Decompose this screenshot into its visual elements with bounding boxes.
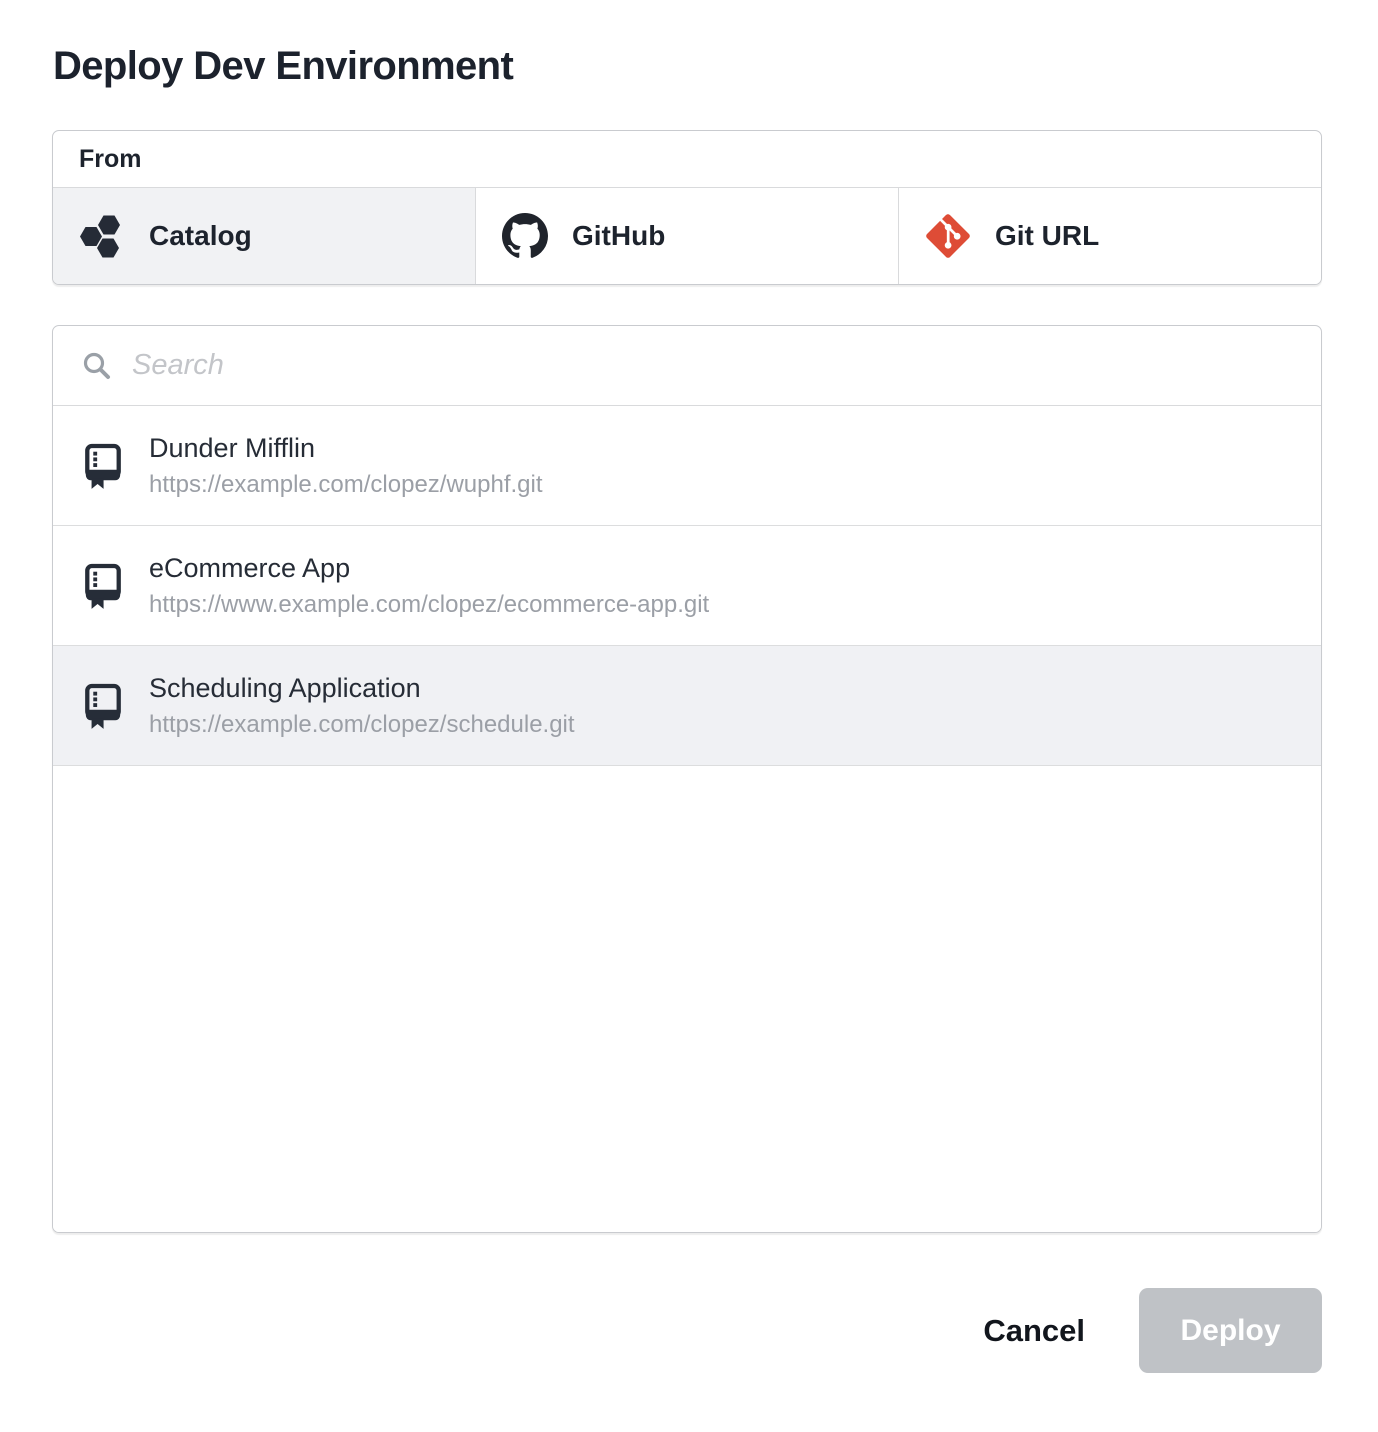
- repo-name: eCommerce App: [149, 553, 709, 584]
- page-title: Deploy Dev Environment: [53, 44, 513, 89]
- list-empty-space: [53, 766, 1321, 1232]
- catalog-hexagons-icon: [79, 213, 125, 259]
- deploy-dialog: Deploy Dev Environment From Catalog: [0, 0, 1378, 1432]
- git-icon: [925, 213, 971, 259]
- dialog-actions: Cancel Deploy: [52, 1288, 1322, 1373]
- catalog-list-panel: Dunder Mifflin https://example.com/clope…: [52, 325, 1322, 1233]
- search-input[interactable]: [132, 349, 1295, 382]
- repo-book-icon: [83, 563, 123, 609]
- tab-catalog-label: Catalog: [149, 220, 252, 252]
- source-tabs: Catalog GitHub Git URL: [53, 188, 1321, 284]
- deploy-button[interactable]: Deploy: [1139, 1288, 1322, 1373]
- search-icon: [81, 350, 112, 381]
- repo-book-icon: [83, 683, 123, 729]
- repo-url: https://www.example.com/clopez/ecommerce…: [149, 591, 709, 619]
- source-panel: From Catalog GitHub: [52, 130, 1322, 285]
- tab-git-url[interactable]: Git URL: [899, 188, 1321, 284]
- repo-row-dunder-mifflin[interactable]: Dunder Mifflin https://example.com/clope…: [53, 406, 1321, 526]
- repo-url: https://example.com/clopez/wuphf.git: [149, 471, 543, 499]
- repo-name: Scheduling Application: [149, 673, 575, 704]
- repo-row-scheduling-application[interactable]: Scheduling Application https://example.c…: [53, 646, 1321, 766]
- search-bar: [53, 326, 1321, 406]
- repo-book-icon: [83, 443, 123, 489]
- tab-catalog[interactable]: Catalog: [53, 188, 476, 284]
- repo-url: https://example.com/clopez/schedule.git: [149, 711, 575, 739]
- cancel-button[interactable]: Cancel: [983, 1313, 1085, 1349]
- repo-row-ecommerce-app[interactable]: eCommerce App https://www.example.com/cl…: [53, 526, 1321, 646]
- tab-github-label: GitHub: [572, 220, 665, 252]
- github-icon: [502, 213, 548, 259]
- tab-github[interactable]: GitHub: [476, 188, 899, 284]
- from-label: From: [79, 145, 142, 174]
- repo-name: Dunder Mifflin: [149, 433, 543, 464]
- from-header: From: [53, 131, 1321, 188]
- tab-git-url-label: Git URL: [995, 220, 1099, 252]
